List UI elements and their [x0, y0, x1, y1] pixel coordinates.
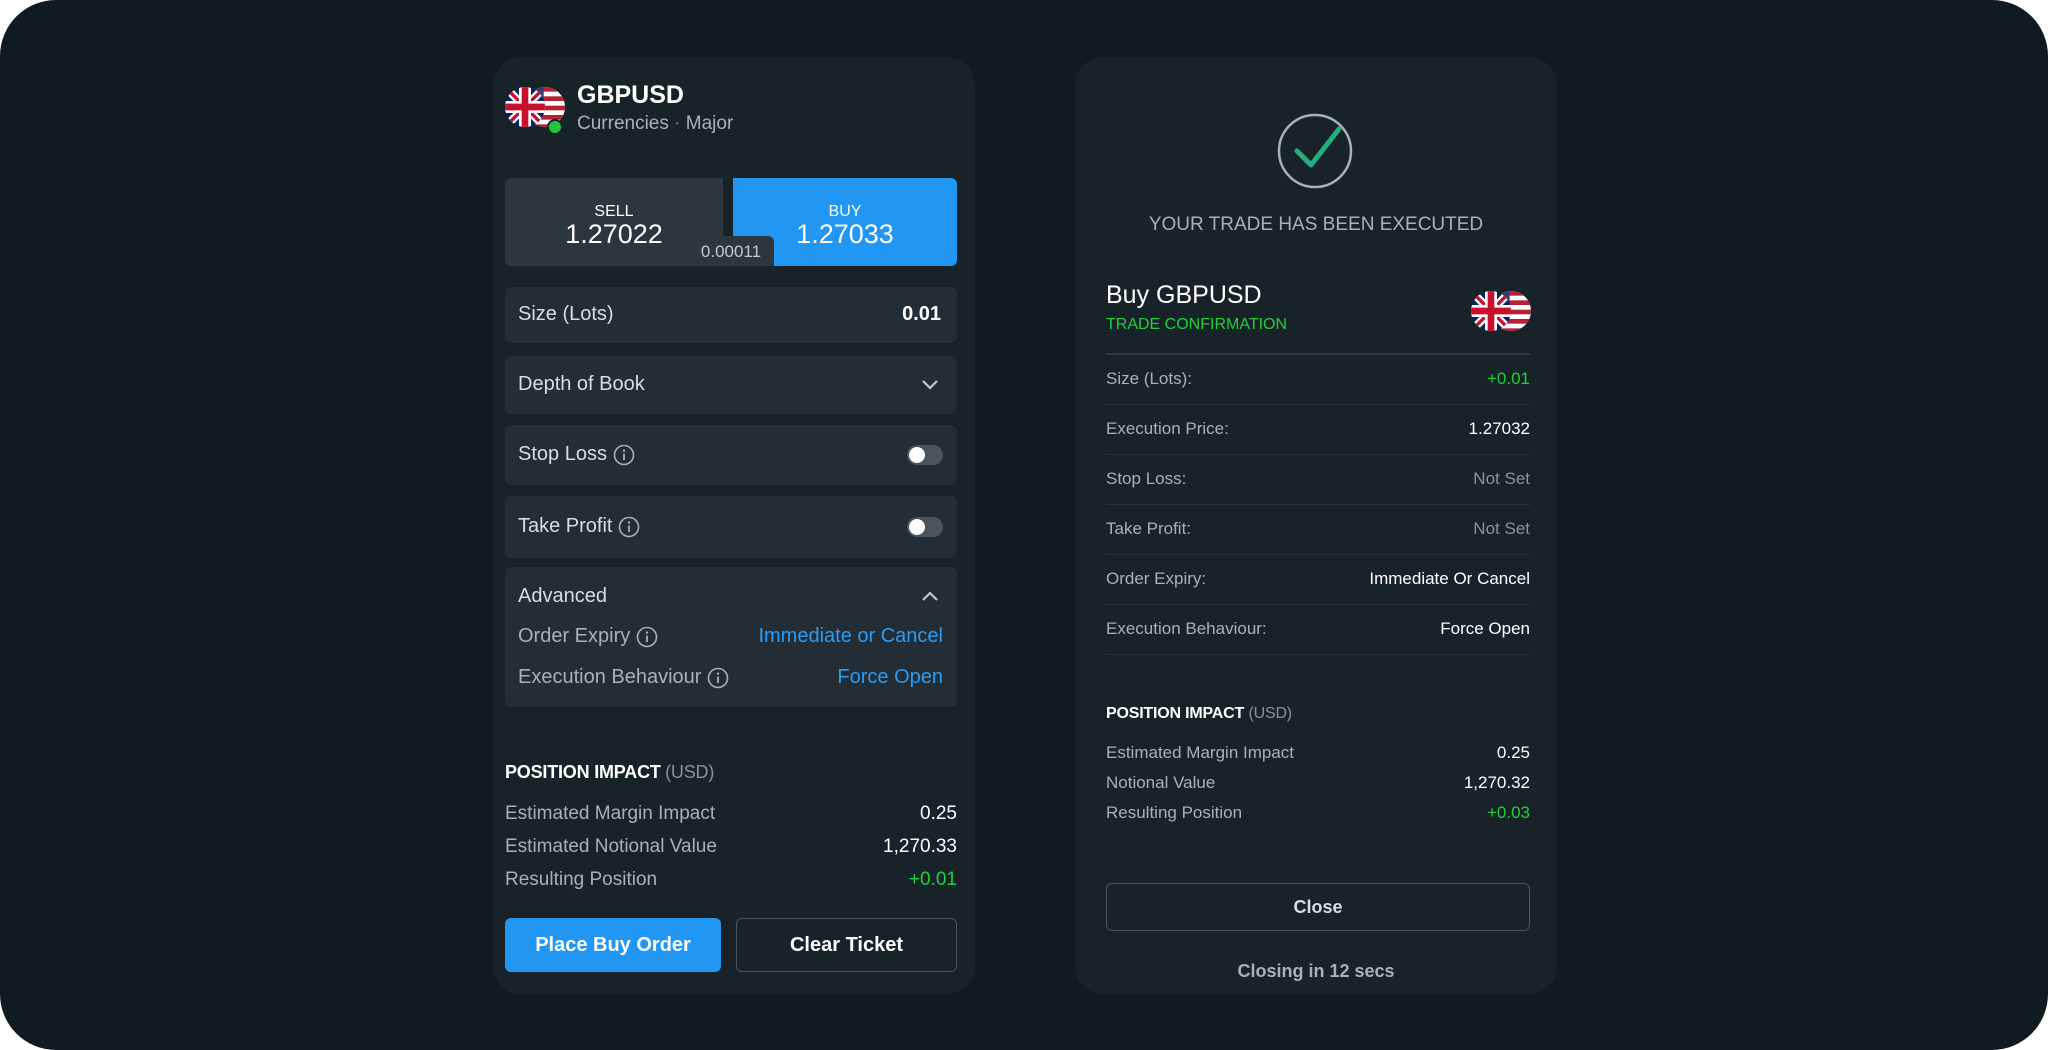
- info-icon[interactable]: [636, 626, 658, 648]
- app-background: GBPUSD Currencies · Major SELL 1.27022 B…: [0, 0, 2048, 1050]
- order-expiry-label: Order Expiry: [518, 625, 631, 647]
- detail-value: +0.01: [1486, 369, 1530, 388]
- detail-row: Execution Behaviour: Force Open: [1106, 605, 1530, 655]
- position-impact-unit: (USD): [1248, 705, 1293, 722]
- margin-impact-label: Estimated Margin Impact: [505, 803, 716, 824]
- depth-of-book-label: Depth of Book: [518, 373, 645, 395]
- detail-value: Force Open: [1440, 619, 1530, 638]
- close-button[interactable]: Close: [1106, 883, 1530, 931]
- detail-value: Not Set: [1473, 519, 1530, 538]
- instrument-category: Currencies · Major: [577, 113, 733, 135]
- notional-value-value: 1,270.32: [1463, 773, 1530, 792]
- resulting-position-label: Resulting Position: [505, 869, 658, 890]
- trade-confirmation-panel: YOUR TRADE HAS BEEN EXECUTED Buy GBPUSD …: [1075, 57, 1557, 994]
- advanced-section: Advanced Order Expiry Immediate or Cance…: [505, 567, 957, 707]
- detail-label: Take Profit:: [1106, 519, 1192, 538]
- clear-ticket-button[interactable]: Clear Ticket: [736, 918, 957, 972]
- size-lots-field[interactable]: Size (Lots) 0.01: [505, 287, 957, 343]
- resulting-position-label: Resulting Position: [1106, 803, 1243, 822]
- notional-value-label: Estimated Notional Value: [505, 836, 717, 857]
- advanced-label[interactable]: Advanced: [518, 585, 607, 608]
- position-impact-header: POSITION IMPACT (USD): [1106, 705, 1292, 723]
- detail-row: Size (Lots): +0.01: [1106, 355, 1530, 405]
- instrument-symbol: GBPUSD: [577, 81, 684, 109]
- trade-executed-message: YOUR TRADE HAS BEEN EXECUTED: [1148, 214, 1484, 235]
- detail-row: Order Expiry: Immediate Or Cancel: [1106, 555, 1530, 605]
- resulting-position-value: +0.01: [908, 869, 957, 890]
- confirmation-subtitle: TRADE CONFIRMATION: [1106, 316, 1288, 333]
- toggle-knob: [909, 519, 925, 535]
- spread-badge: 0.00011: [688, 236, 774, 266]
- stop-loss-label: Stop Loss: [518, 443, 607, 465]
- detail-label: Execution Price:: [1106, 419, 1229, 438]
- category-label: Currencies: [577, 113, 669, 134]
- execution-behaviour-value-link[interactable]: Force Open: [837, 666, 943, 689]
- detail-label: Size (Lots):: [1106, 369, 1192, 388]
- execution-behaviour-label: Execution Behaviour: [518, 666, 702, 688]
- take-profit-label: Take Profit: [518, 515, 613, 537]
- detail-value: Immediate Or Cancel: [1369, 569, 1530, 588]
- order-expiry-value-link[interactable]: Immediate or Cancel: [758, 625, 943, 648]
- position-impact-header: POSITION IMPACT (USD): [505, 762, 714, 783]
- order-expiry-label-group: Order Expiry: [518, 625, 658, 648]
- closing-countdown: Closing in 12 secs: [1237, 961, 1395, 981]
- position-impact-unit: (USD): [665, 762, 715, 782]
- success-check-icon: [1277, 113, 1353, 189]
- info-icon[interactable]: [707, 667, 729, 689]
- detail-row: Stop Loss: Not Set: [1106, 455, 1530, 505]
- margin-impact-label: Estimated Margin Impact: [1106, 743, 1295, 762]
- detail-label: Order Expiry:: [1106, 569, 1207, 588]
- uk-flag-icon: [1471, 291, 1511, 331]
- stop-loss-label-group: Stop Loss: [518, 443, 635, 466]
- position-impact-title: POSITION IMPACT: [1106, 705, 1245, 722]
- chevron-down-icon[interactable]: [921, 379, 939, 391]
- resulting-position-value: +0.03: [1486, 803, 1530, 822]
- size-lots-value[interactable]: 0.01: [902, 303, 941, 326]
- currency-pair-flags: [505, 87, 565, 135]
- execution-behaviour-label-group: Execution Behaviour: [518, 666, 729, 689]
- market-open-status-dot: [547, 119, 563, 135]
- size-lots-label: Size (Lots): [518, 303, 614, 325]
- detail-label: Execution Behaviour:: [1106, 619, 1267, 638]
- detail-row: Take Profit: Not Set: [1106, 505, 1530, 555]
- detail-label: Stop Loss:: [1106, 469, 1187, 488]
- category-separator: ·: [674, 113, 681, 134]
- confirmation-title: Buy GBPUSD: [1106, 281, 1262, 309]
- subcategory-label: Major: [685, 113, 734, 134]
- stop-loss-toggle[interactable]: [907, 445, 943, 465]
- info-icon[interactable]: [618, 516, 640, 538]
- take-profit-label-group: Take Profit: [518, 515, 640, 538]
- detail-value: Not Set: [1473, 469, 1530, 488]
- place-buy-order-button[interactable]: Place Buy Order: [505, 918, 721, 972]
- currency-pair-flags: [1471, 291, 1531, 333]
- notional-value-label: Notional Value: [1106, 773, 1216, 792]
- margin-impact-value: 0.25: [920, 803, 957, 824]
- stop-loss-row: Stop Loss: [505, 425, 957, 485]
- position-impact-title: POSITION IMPACT: [505, 762, 661, 782]
- margin-impact-value: 0.25: [1496, 743, 1530, 762]
- toggle-knob: [909, 447, 925, 463]
- take-profit-toggle[interactable]: [907, 517, 943, 537]
- chevron-up-icon[interactable]: [921, 590, 939, 602]
- take-profit-row: Take Profit: [505, 496, 957, 558]
- uk-flag-icon: [505, 87, 545, 127]
- depth-of-book-dropdown[interactable]: Depth of Book: [505, 356, 957, 414]
- notional-value-value: 1,270.33: [883, 836, 957, 857]
- info-icon[interactable]: [613, 444, 635, 466]
- detail-row: Execution Price: 1.27032: [1106, 405, 1530, 455]
- detail-value: 1.27032: [1468, 419, 1530, 438]
- order-ticket-panel: GBPUSD Currencies · Major SELL 1.27022 B…: [493, 57, 975, 994]
